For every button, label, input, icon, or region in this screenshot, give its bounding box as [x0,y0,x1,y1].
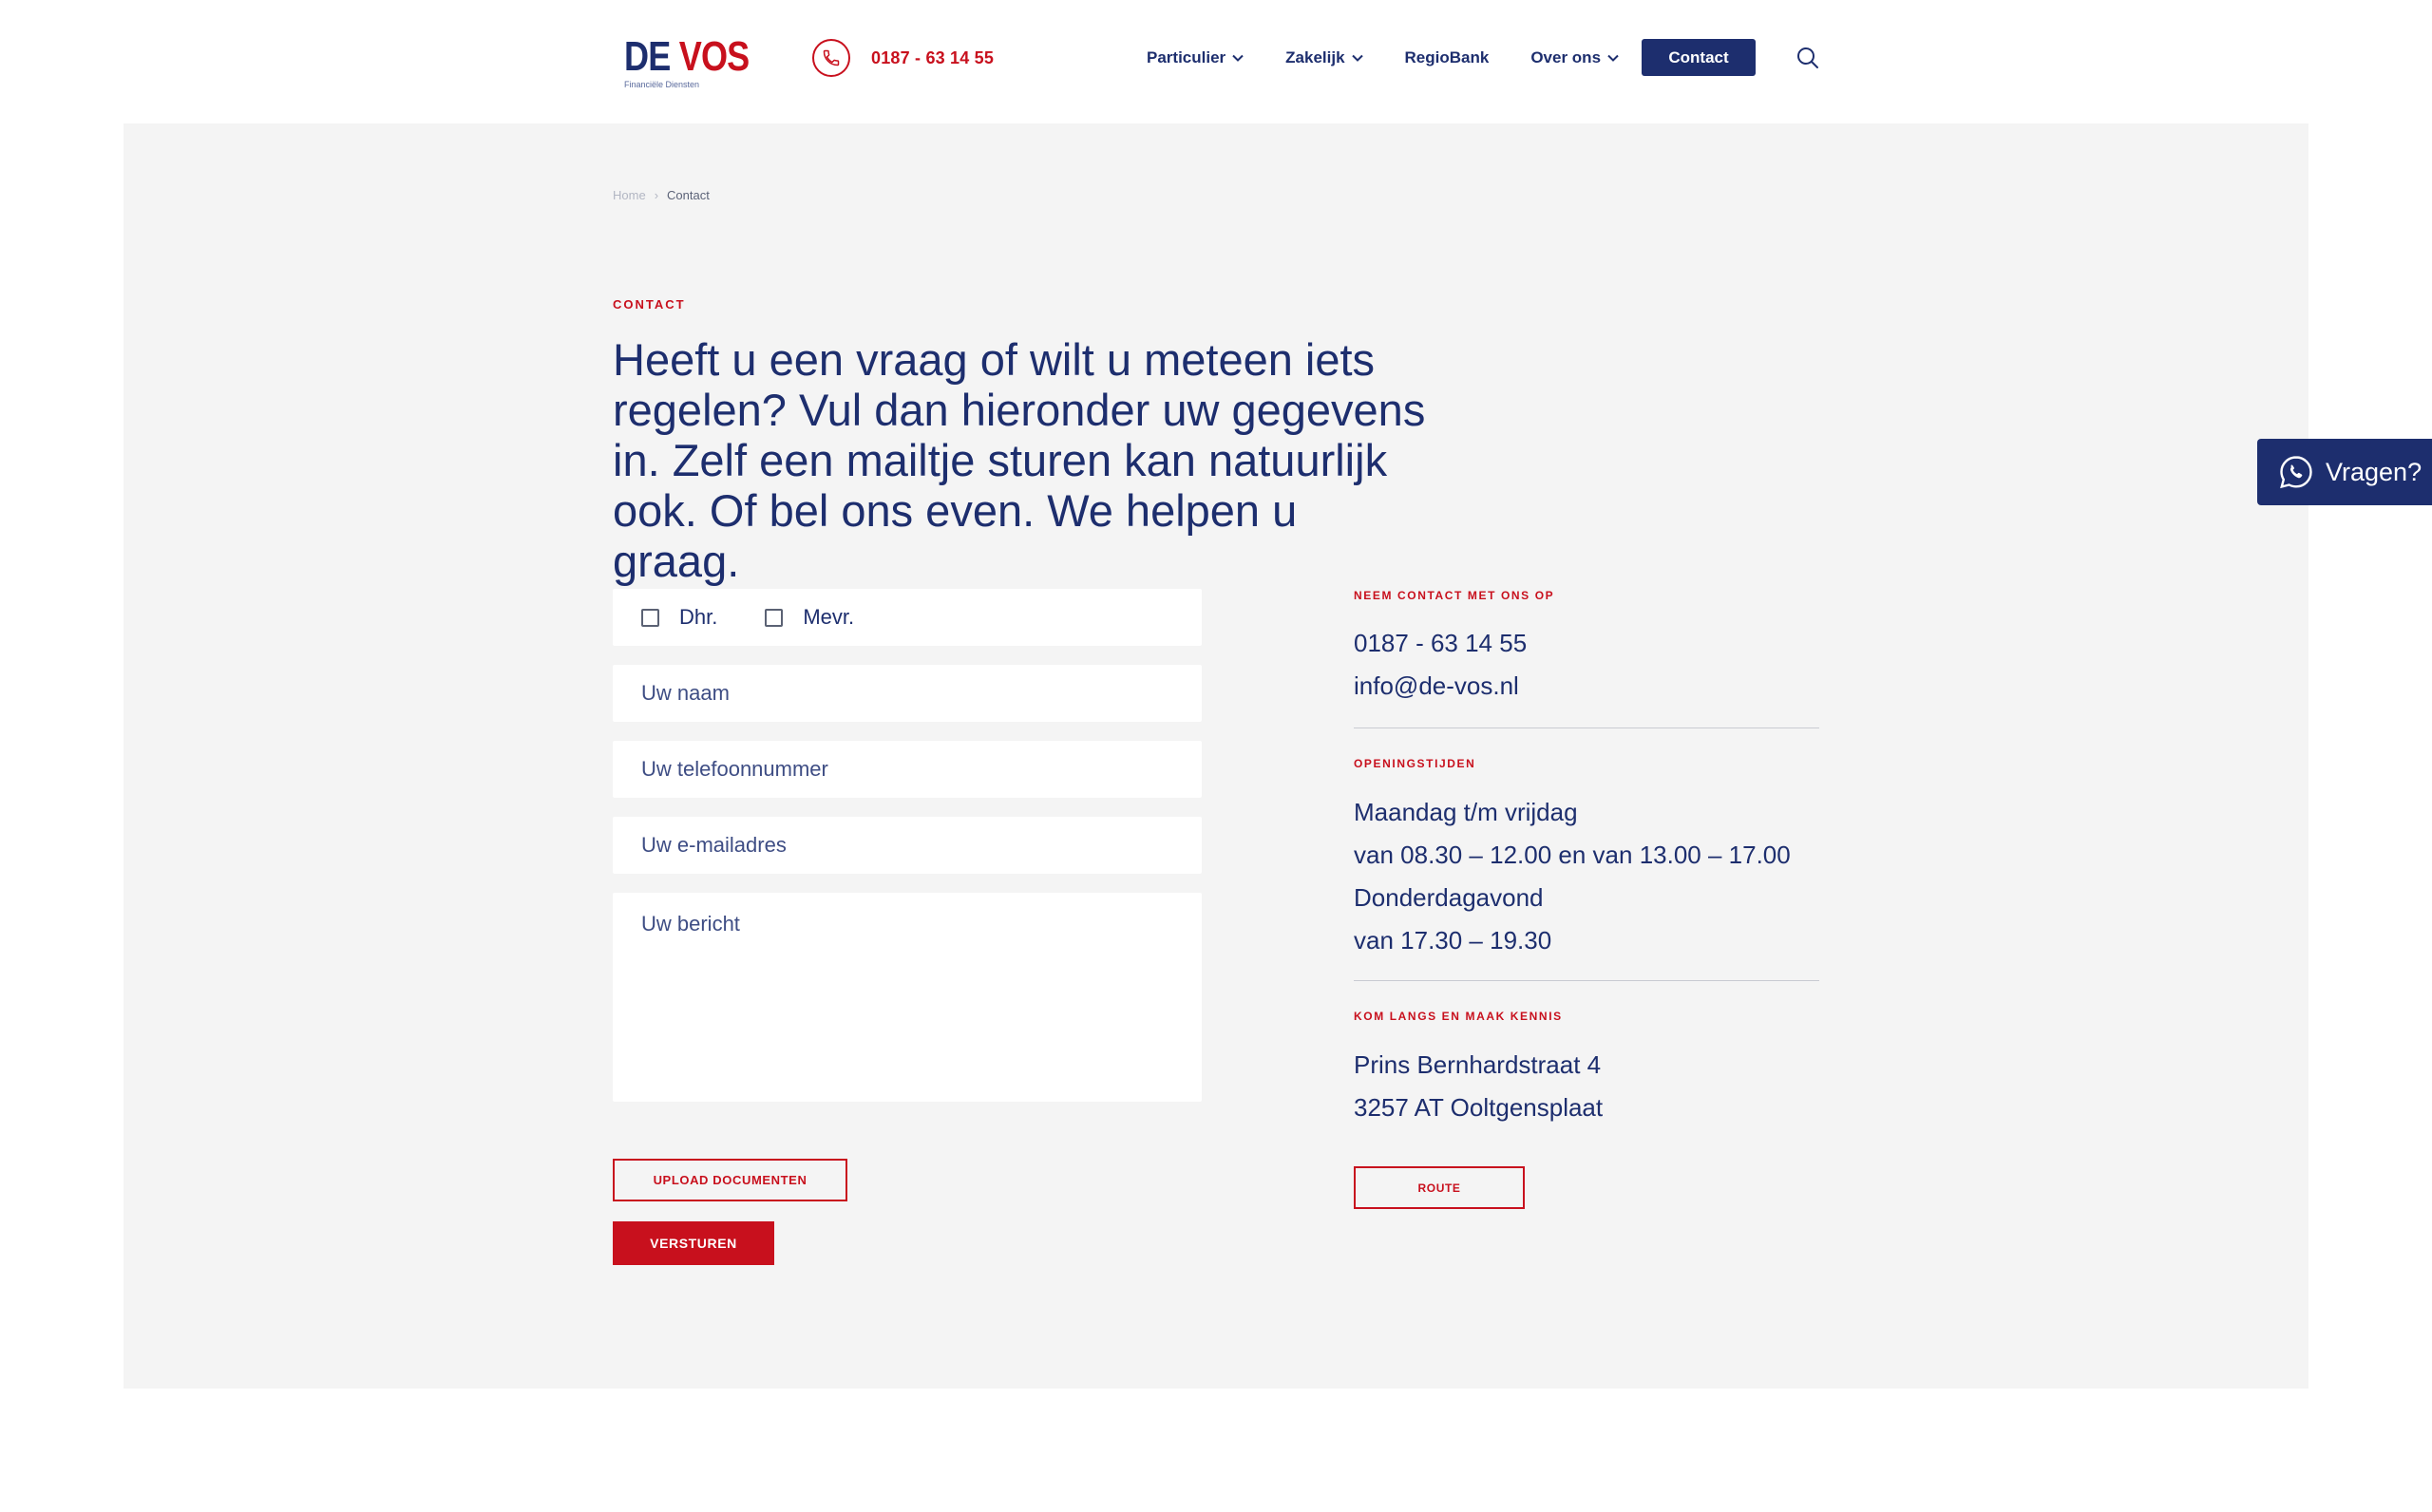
breadcrumb: Home › Contact [613,188,710,202]
breadcrumb-home[interactable]: Home [613,188,646,202]
hours-line: van 17.30 – 19.30 [1354,926,1552,954]
logo-text: DE VOS Financiële Diensten [624,33,776,90]
nav-item-particulier[interactable]: Particulier [1147,48,1244,67]
contact-info-label: NEEM CONTACT MET ONS OP [1354,589,1555,602]
chevron-down-icon [1232,54,1244,62]
address-city: 3257 AT Ooltgensplaat [1354,1093,1604,1122]
search-icon[interactable] [1796,46,1820,70]
checkbox-dhr[interactable] [641,608,659,627]
contact-info: 0187 - 63 14 55 info@de-vos.nl [1354,622,1527,708]
hours-line: Donderdagavond [1354,883,1544,912]
checkbox-label: Mevr. [803,605,855,629]
chevron-down-icon [1351,54,1363,62]
logo-wordmark: DE VOS [624,33,750,80]
site-header: DE VOS Financiële Diensten 0187 - 63 14 … [0,0,2432,123]
phone-field[interactable]: Uw telefoonnummer [613,741,1202,798]
name-placeholder: Uw naam [641,681,730,705]
salutation-mevr[interactable]: Mevr. [765,605,854,630]
nav-label: Zakelijk [1285,48,1345,66]
logo-word-vos: VOS [678,33,750,80]
hours-line: van 08.30 – 12.00 en van 13.00 – 17.00 [1354,841,1791,869]
email-field[interactable]: Uw e-mailadres [613,817,1202,874]
upload-documents-button[interactable]: UPLOAD DOCUMENTEN [613,1159,847,1201]
nav-label: Particulier [1147,48,1226,66]
contact-panel [124,123,2308,1389]
hours-line: Maandag t/m vrijdag [1354,798,1578,826]
nav-item-zakelijk[interactable]: Zakelijk [1285,48,1363,67]
name-field[interactable]: Uw naam [613,665,1202,722]
opening-hours-label: OPENINGSTIJDEN [1354,757,1476,770]
contact-email-link[interactable]: info@de-vos.nl [1354,665,1527,708]
phone-icon [812,39,850,77]
opening-hours: Maandag t/m vrijdag van 08.30 – 12.00 en… [1354,791,1791,962]
message-placeholder: Uw bericht [641,912,740,936]
nav-label: RegioBank [1404,48,1490,66]
divider [1354,980,1819,981]
chevron-down-icon [1607,54,1619,62]
whatsapp-chat-button[interactable]: Vragen? [2257,439,2432,505]
whatsapp-icon [2280,456,2312,489]
page-intro: Heeft u een vraag of wilt u meteen iets … [613,334,1426,586]
breadcrumb-current: Contact [667,188,710,202]
contact-button[interactable]: Contact [1642,39,1756,76]
main-nav: Particulier Zakelijk RegioBank Over ons [1147,38,1661,78]
logo-word-de: DE [624,33,671,80]
logo[interactable]: DE VOS Financiële Diensten [613,33,776,90]
header-phone-link[interactable]: 0187 - 63 14 55 [812,39,994,77]
nav-label: Over ons [1530,48,1602,66]
address-street: Prins Bernhardstraat 4 [1354,1050,1602,1079]
header-phone-number: 0187 - 63 14 55 [871,47,995,67]
visit-label: KOM LANGS EN MAAK KENNIS [1354,1010,1563,1023]
email-placeholder: Uw e-mailadres [641,833,787,857]
nav-item-regiobank[interactable]: RegioBank [1405,48,1490,67]
submit-button[interactable]: VERSTUREN [613,1221,774,1265]
contact-phone-link[interactable]: 0187 - 63 14 55 [1354,622,1527,665]
logo-subtitle: Financiële Diensten [624,80,700,89]
checkbox-mevr[interactable] [765,608,784,627]
phone-placeholder: Uw telefoonnummer [641,757,828,781]
message-field[interactable]: Uw bericht [613,893,1202,1102]
section-eyebrow: CONTACT [613,297,686,312]
visit-address: Prins Bernhardstraat 4 3257 AT Ooltgensp… [1354,1044,1603,1129]
salutation-dhr[interactable]: Dhr. [641,605,717,630]
salutation-group: Dhr. Mevr. [613,589,1202,646]
nav-item-over-ons[interactable]: Over ons [1530,48,1619,67]
whatsapp-label: Vragen? [2326,457,2422,486]
checkbox-label: Dhr. [679,605,718,629]
route-button[interactable]: ROUTE [1354,1166,1525,1209]
chevron-right-icon: › [654,188,659,202]
